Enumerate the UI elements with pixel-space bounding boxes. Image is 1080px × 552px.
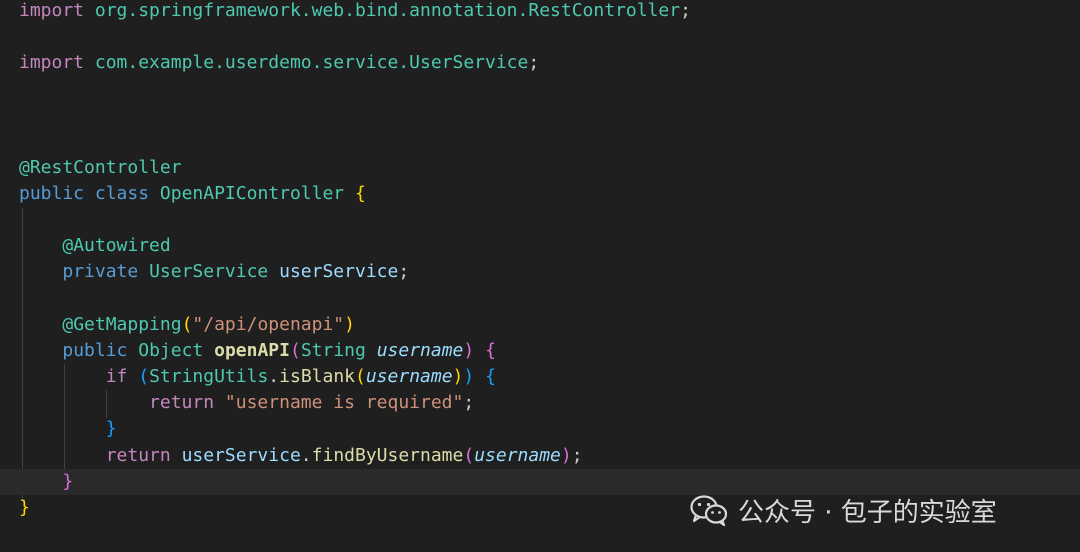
open-paren: ( (355, 366, 366, 387)
arg: username (365, 366, 453, 387)
code-line-method-declaration[interactable]: public Object openAPI(String username) { (0, 338, 1080, 364)
open-paren: ( (181, 314, 193, 335)
watermark-text: 公众号 · 包子的实验室 (738, 497, 997, 528)
param-name: username (376, 340, 464, 361)
annotation: @Autowired (62, 235, 171, 256)
if-keyword: if (105, 366, 128, 387)
semicolon: ; (680, 0, 691, 21)
code-line-import-restcontroller[interactable]: import org.springframework.web.bind.anno… (0, 0, 1080, 24)
semicolon: ; (528, 52, 540, 73)
import-keyword: import (19, 52, 85, 73)
close-paren: ) (560, 445, 572, 466)
return-type: Object (138, 340, 204, 361)
code-line-field-declaration[interactable]: private UserService userService; (0, 259, 1080, 285)
code-line-return-user[interactable]: return userService.findByUsername(userna… (0, 443, 1080, 469)
class-keyword: class (94, 183, 150, 204)
class-ref: StringUtils (149, 366, 269, 387)
code-line-getmapping-annotation[interactable]: @GetMapping("/api/openapi") (0, 312, 1080, 338)
close-paren: ) (463, 366, 475, 387)
string-literal: "username is required" (224, 392, 464, 413)
private-keyword: private (62, 261, 139, 282)
method-call: findByUsername (311, 445, 464, 466)
dot: . (268, 366, 280, 387)
annotation: @GetMapping (62, 314, 182, 335)
code-line-if-close[interactable]: } (0, 416, 1080, 442)
import-keyword: import (19, 0, 85, 21)
code-line-class-declaration[interactable]: public class OpenAPIController { (0, 181, 1080, 207)
dot: . (300, 445, 312, 466)
close-brace: } (62, 471, 74, 492)
code-line-return-error[interactable]: return "username is required"; (0, 390, 1080, 416)
field-name: userService (279, 261, 399, 282)
code-line-if-statement[interactable]: if (StringUtils.isBlank(username)) { (0, 364, 1080, 390)
string-literal: "/api/openapi" (192, 314, 345, 335)
public-keyword: public (19, 183, 85, 204)
code-line-autowired-annotation[interactable]: @Autowired (0, 233, 1080, 259)
open-brace: { (485, 340, 496, 361)
return-keyword: return (105, 445, 171, 466)
semicolon: ; (463, 392, 475, 413)
close-paren: ) (452, 366, 464, 387)
close-brace: } (105, 418, 117, 439)
code-line-restcontroller-annotation[interactable]: @RestController (0, 155, 1080, 181)
close-paren: ) (463, 340, 475, 361)
close-paren: ) (344, 314, 355, 335)
wechat-watermark: 公众号 · 包子的实验室 (690, 492, 997, 528)
open-paren: ( (463, 445, 475, 466)
object-ref: userService (181, 445, 301, 466)
method-call: isBlank (279, 366, 355, 387)
open-paren: ( (289, 340, 301, 361)
semicolon: ; (398, 261, 410, 282)
field-type: UserService (149, 261, 269, 282)
method-name: openAPI (214, 340, 290, 361)
open-paren: ( (138, 366, 150, 387)
close-brace: } (19, 497, 30, 518)
import-path: com.example.userdemo.service.UserService (94, 52, 529, 73)
return-keyword: return (149, 392, 215, 413)
class-name: OpenAPIController (159, 183, 345, 204)
arg: username (474, 445, 561, 466)
semicolon: ; (571, 445, 583, 466)
code-line-import-userservice[interactable]: import com.example.userdemo.service.User… (0, 50, 1080, 76)
wechat-icon (690, 495, 728, 526)
code-editor[interactable]: import org.springframework.web.bind.anno… (0, 0, 1080, 552)
import-path: org.springframework.web.bind.annotation.… (94, 0, 681, 21)
open-brace: { (354, 183, 366, 204)
public-keyword: public (62, 340, 128, 361)
open-brace: { (485, 366, 496, 387)
annotation: @RestController (19, 157, 182, 178)
param-type: String (300, 340, 366, 361)
